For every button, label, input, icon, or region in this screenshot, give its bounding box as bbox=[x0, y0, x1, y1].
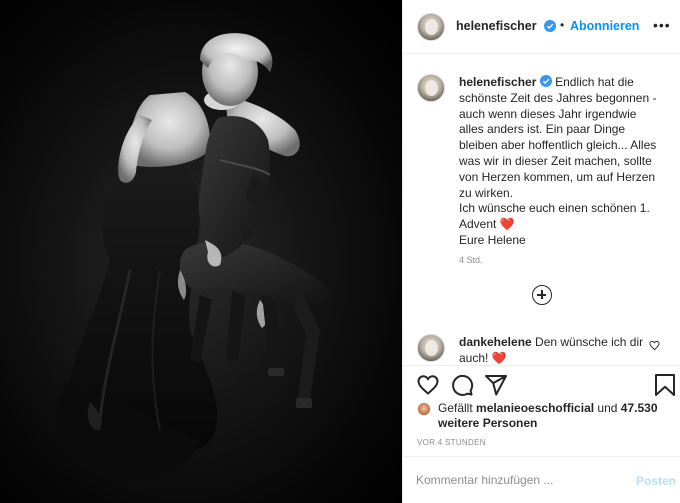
share-icon[interactable] bbox=[484, 373, 508, 397]
post-comment-button[interactable]: Posten bbox=[636, 474, 676, 488]
caption-advent-line: Ich wünsche euch einen schönen 1. Advent bbox=[459, 201, 650, 232]
commenter-username[interactable]: dankehelene bbox=[459, 335, 532, 349]
heart-icon[interactable] bbox=[416, 373, 440, 397]
caption-username[interactable]: helenefischer bbox=[459, 75, 536, 89]
caption-signature: Eure Helene bbox=[459, 232, 526, 247]
commenter-avatar[interactable] bbox=[417, 334, 445, 362]
follow-button[interactable]: Abonnieren bbox=[570, 19, 639, 33]
bookmark-icon[interactable] bbox=[654, 373, 676, 397]
likes-middle: und bbox=[597, 401, 618, 415]
caption-text: helenefischer Endlich hat die schönste Z… bbox=[459, 75, 659, 249]
likes-text: Gefällt melanieoeschofficial und 47.530 … bbox=[438, 401, 678, 431]
liker-username[interactable]: melanieoeschofficial bbox=[476, 401, 594, 415]
liker-avatar[interactable] bbox=[417, 402, 431, 416]
post-side-panel: helenefischer • Abonnieren ••• helenefis… bbox=[402, 0, 680, 503]
red-heart-emoji-icon: ❤️ bbox=[499, 217, 515, 232]
likes-prefix: Gefällt bbox=[438, 401, 473, 415]
load-more-comments-icon[interactable] bbox=[532, 285, 552, 305]
more-options-icon[interactable]: ••• bbox=[653, 18, 671, 34]
comment-composer: Posten bbox=[403, 456, 680, 503]
comment-icon[interactable] bbox=[450, 373, 474, 397]
author-username[interactable]: helenefischer bbox=[456, 19, 537, 33]
photo-illustration bbox=[55, 33, 331, 482]
post-header: helenefischer • Abonnieren ••• bbox=[403, 0, 680, 54]
verified-badge-icon bbox=[539, 75, 552, 87]
red-heart-emoji-icon: ❤️ bbox=[491, 350, 507, 365]
caption-body: Endlich hat die schönste Zeit des Jahres… bbox=[459, 75, 657, 200]
author-avatar[interactable] bbox=[417, 13, 445, 41]
comment-like-heart-icon[interactable] bbox=[649, 340, 660, 351]
post-photo[interactable] bbox=[0, 0, 402, 503]
post-timestamp: VOR 4 STUNDEN bbox=[417, 438, 486, 447]
post-actions: Gefällt melanieoeschofficial und 47.530 … bbox=[403, 365, 680, 455]
comment-row: dankehelene Den wünsche ich dir auch! ❤️ bbox=[403, 331, 680, 365]
header-separator: • bbox=[560, 18, 565, 32]
comment-text: dankehelene Den wünsche ich dir auch! ❤️ bbox=[459, 335, 649, 365]
caption-time[interactable]: 4 Std. bbox=[459, 255, 483, 265]
comment-input[interactable] bbox=[416, 470, 616, 490]
caption-section: helenefischer Endlich hat die schönste Z… bbox=[403, 55, 680, 365]
caption-avatar[interactable] bbox=[417, 74, 445, 102]
verified-badge-icon bbox=[544, 20, 556, 32]
